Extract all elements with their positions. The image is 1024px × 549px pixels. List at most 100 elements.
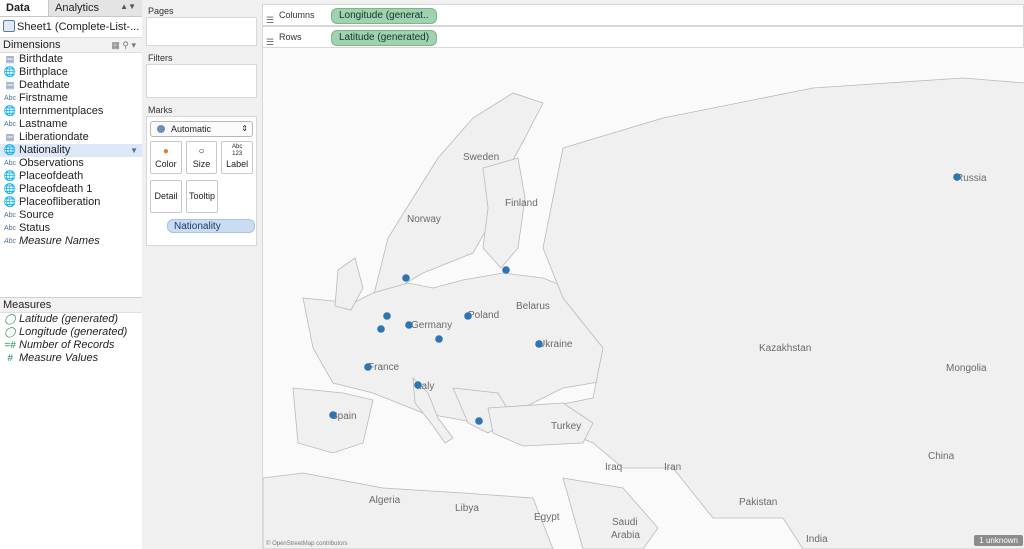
field-firstname[interactable]: Abc Firstname [0,92,142,105]
field-measure-values[interactable]: # Measure Values [0,352,142,365]
map-label-norway: Norway [407,214,441,225]
map-label-ukraine: Ukraine [538,339,573,350]
detail-button-label: Detail [154,191,178,201]
color-button-label: Color [155,159,177,169]
pages-shelf[interactable] [146,17,257,46]
field-label: Number of Records [19,339,115,351]
unknown-badge[interactable]: 1 unknown [974,535,1023,546]
data-source[interactable]: Sheet1 (Complete-List-... [0,17,142,38]
dimensions-header: Dimensions ▦ ⚲ ▾ [0,38,142,53]
label-button[interactable]: Abc 123 Label [221,141,254,174]
datasource-icon [3,20,15,32]
field-label: Placeofdeath 1 [19,183,93,195]
rows-label: ☰ Rows [265,27,302,47]
map-label-poland: Poland [468,310,499,321]
field-label: Birthdate [19,53,64,65]
nationality-mark[interactable] [502,266,510,274]
field-birthdate[interactable]: ▤ Birthdate [0,53,142,66]
mark-type-select[interactable]: Automatic ⇕ [150,121,253,137]
field-placeofdeath[interactable]: 🌐 Placeofdeath [0,170,142,183]
map-label-belarus: Belarus [516,301,550,312]
filters-card: Filters [146,52,257,98]
rows-label-text: Rows [279,32,302,42]
size-circle-icon: ○ [198,146,205,157]
globe-icon: 🌐 [3,184,17,195]
map-view[interactable]: Sweden Norway Finland Belarus Poland Germany U… [262,48,1024,549]
field-placeofliberation[interactable]: 🌐 Placeofliberation [0,196,142,209]
field-longitude-generated[interactable]: ◯ Longitude (generated) [0,326,142,339]
pane-tabs: Data Analytics ▲▼ [0,0,142,17]
field-observations[interactable]: Abc Observations [0,157,142,170]
field-source[interactable]: Abc Source [0,209,142,222]
nationality-mark[interactable] [364,363,372,371]
filters-shelf[interactable] [146,64,257,98]
globe-icon: 🌐 [3,67,17,78]
nationality-mark[interactable] [377,325,385,333]
globe-icon: 🌐 [3,171,17,182]
field-label: Birthplace [19,66,68,78]
calendar-icon: ▤ [5,54,15,64]
measures-list: ◯ Latitude (generated) ◯ Longitude (generat… [0,313,142,365]
calendar-icon: ▤ [5,132,15,142]
tooltip-button-label: Tooltip [188,191,215,201]
rows-shelf[interactable]: ☰ Rows Latitude (generated) [262,26,1024,48]
tab-analytics[interactable]: Analytics ▲▼ [49,0,142,16]
map-label-algeria: Algeria [369,495,401,506]
map-label-iran: Iran [664,462,681,473]
nationality-mark[interactable] [405,321,413,329]
tooltip-button[interactable]: Tooltip [186,180,218,213]
detail-pill-nationality[interactable]: Nationality [167,219,255,233]
map-label-pakistan: Pakistan [739,497,777,508]
nationality-mark[interactable] [414,381,422,389]
field-number-of-records[interactable]: =# Number of Records [0,339,142,352]
map-label-france: France [368,362,400,373]
map-label-kazakhstan: Kazakhstan [759,343,811,354]
field-label: Placeofliberation [19,196,101,208]
label-button-label: Label [226,159,249,169]
nationality-mark[interactable] [435,335,443,343]
nationality-mark[interactable] [383,312,391,320]
field-birthplace[interactable]: 🌐 Birthplace [0,66,142,79]
pages-title: Pages [148,6,174,16]
field-status[interactable]: Abc Status [0,222,142,235]
field-placeofdeath-1[interactable]: 🌐 Placeofdeath 1 [0,183,142,196]
columns-shelf[interactable]: ☰ Columns Longitude (generat.. [262,4,1024,26]
mark-type-value: Automatic [171,124,212,134]
field-deathdate[interactable]: ▤ Deathdate [0,79,142,92]
field-lastname[interactable]: Abc Lastname [0,118,142,131]
size-button[interactable]: ○ Size [185,141,218,174]
map-label-mongolia: Mongolia [946,363,987,374]
nationality-mark[interactable] [402,274,410,282]
nationality-mark[interactable] [329,411,337,419]
globe-icon: 🌐 [3,145,17,156]
field-dropdown-icon[interactable]: ▼ [130,144,138,157]
tab-data[interactable]: Data [0,0,49,16]
land-africa [263,472,554,549]
updown-arrow-icon: ⇕ [241,124,248,133]
abc-icon: Abc [3,95,17,102]
field-internmentplaces[interactable]: 🌐 Internmentplaces [0,105,142,118]
nationality-mark[interactable] [475,417,483,425]
pane-menu-icon[interactable]: ▲▼ [120,1,136,13]
measures-title: Measures [3,299,52,311]
search-icon[interactable]: ▦ ⚲ ▾ [111,38,136,52]
marks-title: Marks [148,105,173,115]
field-label: Measure Values [19,352,99,364]
detail-button[interactable]: Detail [150,180,182,213]
field-latitude-generated[interactable]: ◯ Latitude (generated) [0,313,142,326]
field-label: Observations [19,157,84,169]
dimensions-title: Dimensions [3,39,61,51]
field-measure-names[interactable]: Abc Measure Names [0,235,142,248]
nationality-mark[interactable] [535,340,543,348]
field-nationality[interactable]: 🌐 Nationality ▼ [0,144,142,157]
field-liberationdate[interactable]: ▤ Liberationdate [0,131,142,144]
globe-icon: ◯ [4,314,16,325]
marks-buttons-row-1: ● Color ○ Size Abc 123 Label [147,141,256,174]
globe-icon: 🌐 [3,197,17,208]
field-label: Source [19,209,54,221]
nationality-mark[interactable] [953,173,961,181]
nationality-mark[interactable] [464,312,472,320]
columns-pill-longitude[interactable]: Longitude (generat.. [331,8,437,24]
color-button[interactable]: ● Color [150,141,182,174]
rows-pill-latitude[interactable]: Latitude (generated) [331,30,438,46]
